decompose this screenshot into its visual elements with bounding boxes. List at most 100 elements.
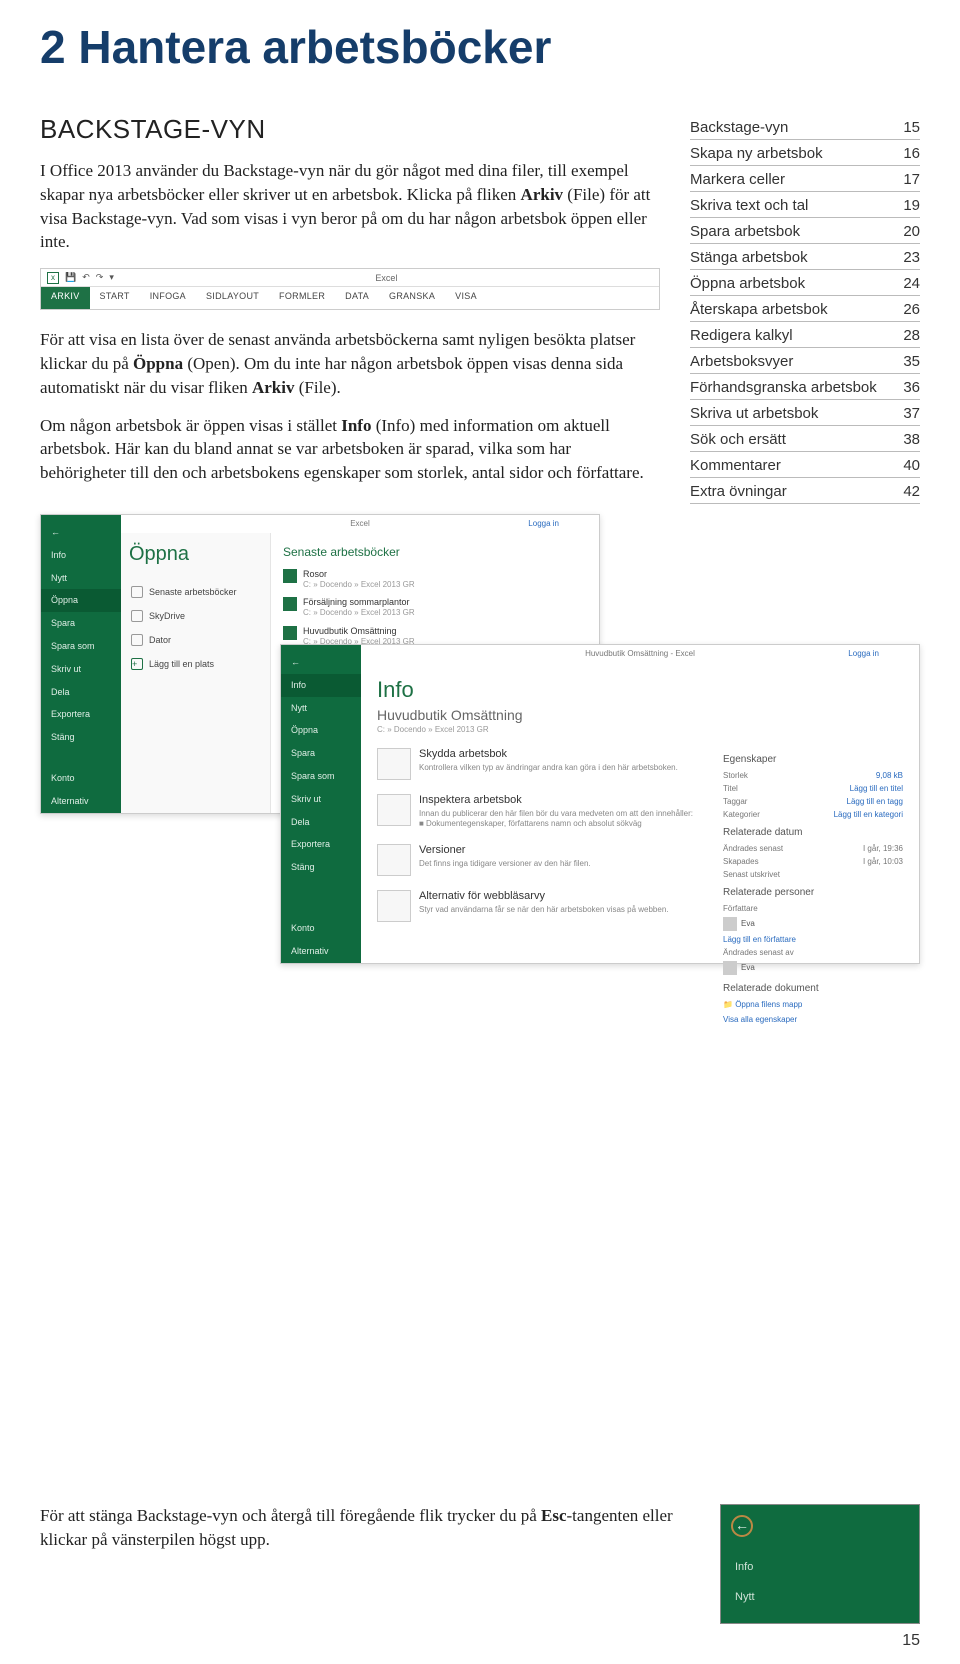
doc-path: C: » Docendo » Excel 2013 GR [377, 725, 903, 734]
ribbon-tabs: ARKIV START INFOGA SIDLAYOUT FORMLER DAT… [41, 287, 659, 309]
toc-label: Skriva text och tal [690, 197, 808, 214]
show-all-link[interactable]: Visa alla egenskaper [723, 1011, 903, 1028]
toc-row[interactable]: Sök och ersätt38 [690, 426, 920, 452]
recent-file-item[interactable]: Försäljning sommarplantorC: » Docendo » … [283, 597, 587, 617]
ribbon-tab-data[interactable]: DATA [335, 287, 379, 309]
property-row: Storlek9,08 kB [723, 769, 903, 782]
info-section-button[interactable] [377, 844, 411, 876]
source-add-place[interactable]: +Lägg till en plats [129, 652, 262, 676]
window-titlebar: Excel Logga in [121, 515, 599, 533]
sidebar-item-konto[interactable]: Konto [281, 917, 361, 940]
sidebar-item-nytt[interactable]: Nytt [735, 1591, 755, 1603]
info-section-desc: Innan du publicerar den här filen bör du… [419, 809, 693, 830]
login-link[interactable]: Logga in [848, 645, 879, 663]
toc-row[interactable]: Återskapa arbetsbok26 [690, 296, 920, 322]
sidebar-item-oppna[interactable]: Öppna [281, 719, 361, 742]
toc-page: 26 [903, 301, 920, 318]
sidebar-item-alternativ[interactable]: Alternativ [41, 790, 121, 813]
dates-heading: Relaterade datum [723, 827, 903, 838]
prop-value[interactable]: Lägg till en titel [850, 784, 903, 793]
sidebar-item-skriv-ut[interactable]: Skriv ut [41, 658, 121, 681]
bold-text: Arkiv [521, 185, 564, 204]
sidebar-item-info[interactable]: Info [281, 674, 361, 697]
sidebar-item-stang[interactable]: Stäng [281, 856, 361, 879]
toc-row[interactable]: Arbetsboksvyer35 [690, 348, 920, 374]
date-value: I går, 19:36 [863, 844, 903, 853]
author-row: Författare [723, 902, 903, 915]
sidebar-item-exportera[interactable]: Exportera [41, 703, 121, 726]
prop-value[interactable]: Lägg till en kategori [834, 810, 903, 819]
toc-row[interactable]: Extra övningar42 [690, 478, 920, 504]
toc-row[interactable]: Spara arbetsbok20 [690, 218, 920, 244]
toc-row[interactable]: Skriva text och tal19 [690, 192, 920, 218]
toc-row[interactable]: Förhandsgranska arbetsbok36 [690, 374, 920, 400]
toc-row[interactable]: Skriva ut arbetsbok37 [690, 400, 920, 426]
sidebar-item-info[interactable]: Info [41, 544, 121, 567]
toc-row[interactable]: Redigera kalkyl28 [690, 322, 920, 348]
ribbon-tab-infoga[interactable]: INFOGA [140, 287, 196, 309]
toc-row[interactable]: Kommentarer40 [690, 452, 920, 478]
excel-file-icon [283, 569, 297, 583]
ribbon-tab-formler[interactable]: FORMLER [269, 287, 335, 309]
ribbon-tab-arkiv[interactable]: ARKIV [41, 287, 90, 309]
info-section-button[interactable] [377, 748, 411, 780]
sidebar-item-spara-som[interactable]: Spara som [281, 765, 361, 788]
ribbon-tab-start[interactable]: START [90, 287, 140, 309]
ribbon-tab-sidlayout[interactable]: SIDLAYOUT [196, 287, 269, 309]
undo-icon: ↶ [82, 272, 90, 283]
sidebar-item-alternativ[interactable]: Alternativ [281, 940, 361, 963]
toc-row[interactable]: Öppna arbetsbok24 [690, 270, 920, 296]
ribbon-tab-visa[interactable]: VISA [445, 287, 487, 309]
toc-row[interactable]: Backstage-vyn15 [690, 114, 920, 140]
window-title: Excel [375, 273, 397, 283]
info-section-button[interactable] [377, 890, 411, 922]
info-section-desc: Det finns inga tidigare versioner av den… [419, 859, 591, 869]
sidebar-item-skriv-ut[interactable]: Skriv ut [281, 788, 361, 811]
toc-page: 38 [903, 431, 920, 448]
info-section-button[interactable] [377, 794, 411, 826]
recent-file-item[interactable]: RosorC: » Docendo » Excel 2013 GR [283, 569, 587, 589]
plus-icon: + [131, 658, 143, 670]
toc-row[interactable]: Stänga arbetsbok23 [690, 244, 920, 270]
prop-value[interactable]: Lägg till en tagg [847, 797, 904, 806]
closing-row: För att stänga Backstage-vyn och återgå … [40, 1504, 920, 1624]
toc-column: Backstage-vyn15Skapa ny arbetsbok16Marke… [690, 114, 920, 504]
clock-icon [131, 586, 143, 598]
toc-row[interactable]: Skapa ny arbetsbok16 [690, 140, 920, 166]
login-link[interactable]: Logga in [528, 515, 559, 533]
toc-page: 36 [903, 379, 920, 396]
close-backstage-figure: ← Info Nytt [720, 1504, 920, 1624]
back-arrow-icon[interactable]: ← [41, 521, 121, 544]
toc-page: 35 [903, 353, 920, 370]
sidebar-item-nytt[interactable]: Nytt [281, 697, 361, 720]
back-arrow-icon[interactable]: ← [281, 651, 361, 674]
sidebar-item-nytt[interactable]: Nytt [41, 567, 121, 590]
date-key: Senast utskrivet [723, 870, 780, 879]
source-recent[interactable]: Senaste arbetsböcker [129, 580, 262, 604]
info-section: Alternativ för webbläsarvyStyr vad använ… [377, 890, 703, 922]
sidebar-item-spara[interactable]: Spara [281, 742, 361, 765]
sidebar-item-spara-som[interactable]: Spara som [41, 635, 121, 658]
sidebar-item-konto[interactable]: Konto [41, 767, 121, 790]
add-author-link[interactable]: Lägg till en författare [723, 933, 903, 946]
back-arrow-highlighted-icon[interactable]: ← [731, 1515, 753, 1537]
ribbon-tab-granska[interactable]: GRANSKA [379, 287, 445, 309]
sidebar-item-dela[interactable]: Dela [41, 681, 121, 704]
excel-ribbon-figure: x 💾 ↶ ↷ ▾ Excel ARKIV START INFOGA SIDLA… [40, 268, 660, 310]
source-skydrive[interactable]: SkyDrive [129, 604, 262, 628]
related-docs-heading: Relaterade dokument [723, 983, 903, 994]
toc-row[interactable]: Markera celler17 [690, 166, 920, 192]
prop-value[interactable]: 9,08 kB [876, 771, 903, 780]
toc-page: 17 [903, 171, 920, 188]
sidebar-item-oppna[interactable]: Öppna [41, 589, 121, 612]
sidebar-item-dela[interactable]: Dela [281, 811, 361, 834]
sidebar-item-info[interactable]: Info [735, 1561, 753, 1573]
sidebar-item-spara[interactable]: Spara [41, 612, 121, 635]
sidebar-item-stang[interactable]: Stäng [41, 726, 121, 749]
sidebar-item-exportera[interactable]: Exportera [281, 833, 361, 856]
open-folder-link[interactable]: 📁 Öppna filens mapp [723, 998, 903, 1011]
source-label: Dator [149, 635, 171, 645]
open-sources: Öppna Senaste arbetsböcker SkyDrive Dato… [121, 533, 271, 813]
text: (File). [294, 378, 340, 397]
source-computer[interactable]: Dator [129, 628, 262, 652]
